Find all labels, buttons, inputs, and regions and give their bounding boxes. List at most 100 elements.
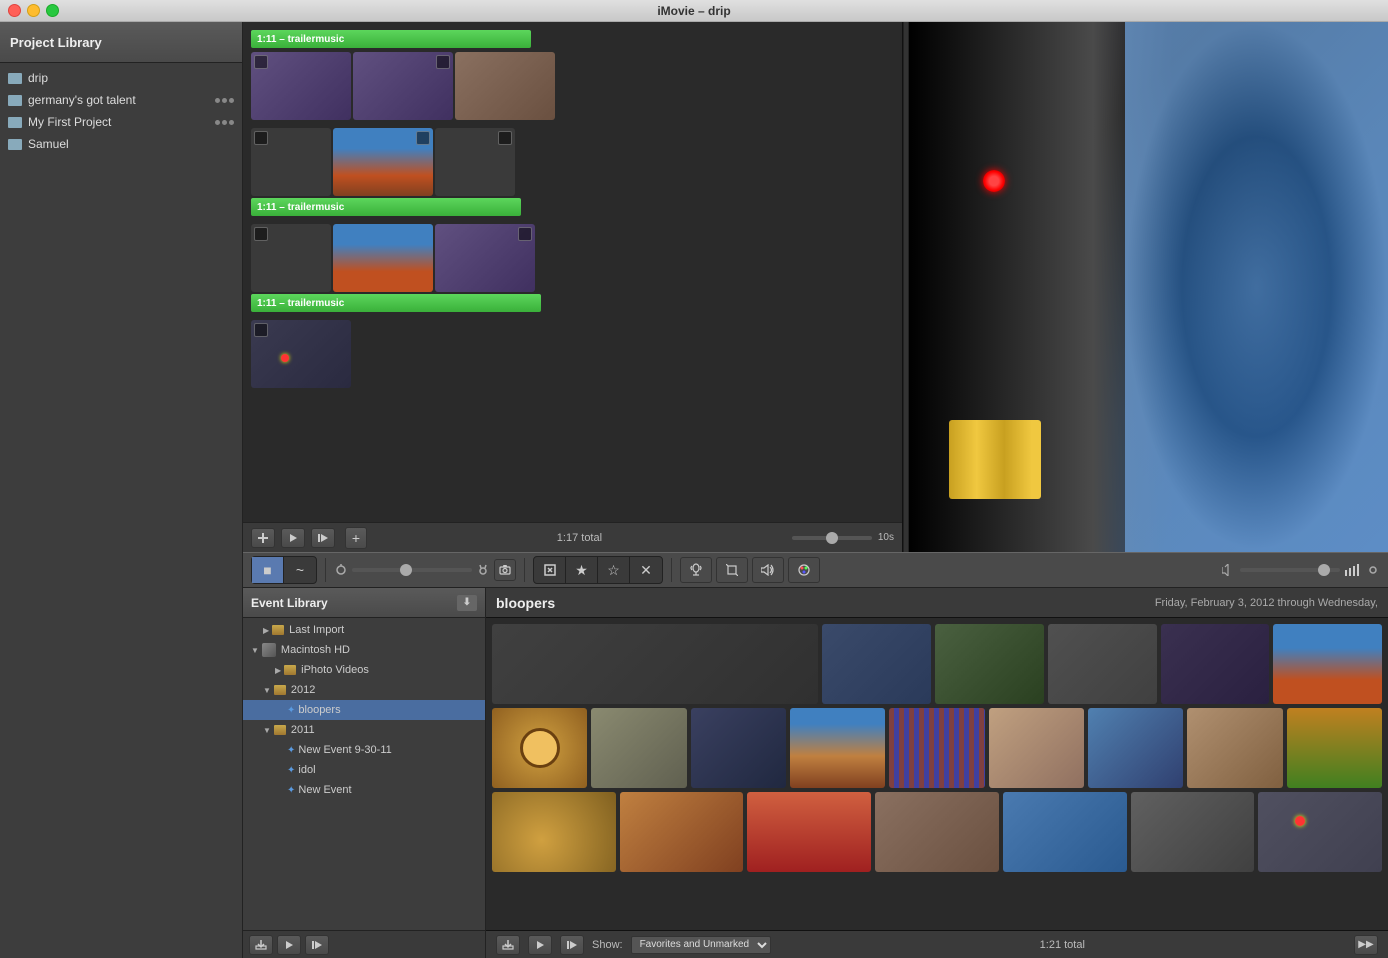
media-thumb[interactable] — [1088, 708, 1183, 788]
media-thumb[interactable] — [1131, 792, 1255, 872]
maximize-button[interactable] — [46, 4, 59, 17]
speed-slider[interactable] — [352, 568, 472, 572]
media-thumb[interactable] — [747, 792, 871, 872]
media-thumb[interactable] — [620, 792, 744, 872]
project-icon — [8, 117, 22, 128]
play-button[interactable] — [281, 528, 305, 548]
project-list[interactable]: drip germany's got talent My First Proje… — [0, 63, 242, 958]
import-button[interactable]: ⬇ — [457, 595, 477, 611]
media-thumb[interactable] — [875, 792, 999, 872]
scroll-to-end-button[interactable]: ▶▶ — [1354, 935, 1378, 955]
media-thumb[interactable] — [889, 708, 984, 788]
clip-thumb[interactable] — [435, 128, 515, 196]
media-thumb[interactable] — [822, 624, 931, 704]
clip-thumb[interactable] — [251, 52, 351, 120]
clip-thumb[interactable] — [251, 128, 331, 196]
sidebar-item-bloopers[interactable]: ✦ bloopers — [243, 700, 485, 720]
media-thumb[interactable] — [1161, 624, 1270, 704]
media-thumb[interactable] — [935, 624, 1044, 704]
sidebar-item-new-event[interactable]: ✦ New Event — [243, 780, 485, 800]
clip-thumb[interactable] — [251, 320, 351, 388]
project-label: germany's got talent — [28, 93, 215, 107]
event-toolbar — [243, 930, 485, 958]
separator — [671, 558, 672, 582]
media-thumb[interactable] — [1258, 792, 1382, 872]
select-button[interactable] — [534, 557, 566, 583]
media-thumb[interactable] — [591, 708, 686, 788]
expand-icon: ▼ — [263, 726, 271, 735]
media-thumb[interactable] — [1003, 792, 1127, 872]
clip-thumb[interactable] — [455, 52, 555, 120]
sidebar-item-2012[interactable]: ▼ 2012 — [243, 680, 485, 700]
sidebar-item-germany[interactable]: germany's got talent — [0, 89, 242, 111]
sidebar-item-drip[interactable]: drip — [0, 67, 242, 89]
storyboard-view-button[interactable]: ■ — [252, 557, 284, 583]
media-thumb[interactable] — [790, 708, 885, 788]
snapshot-button[interactable] — [494, 559, 516, 581]
play-full-event-button[interactable] — [305, 935, 329, 955]
turtle-icon — [334, 563, 348, 577]
settings-icon — [1366, 563, 1380, 577]
scroll-btn[interactable]: ▶▶ — [1354, 935, 1378, 955]
event-label: idol — [298, 764, 315, 776]
voiceover-button[interactable] — [680, 557, 712, 583]
timeline-clips — [251, 52, 894, 120]
folder-icon — [274, 725, 286, 735]
media-thumb[interactable] — [492, 708, 587, 788]
add-to-timeline-button[interactable] — [251, 528, 275, 548]
show-select[interactable]: Favorites and Unmarked All Clips Favorit… — [631, 936, 771, 954]
play-event-button[interactable] — [277, 935, 301, 955]
sidebar-item-2011[interactable]: ▼ 2011 — [243, 720, 485, 740]
sidebar-item-idol[interactable]: ✦ idol — [243, 760, 485, 780]
clip-corner-icon — [518, 227, 532, 241]
clip-thumb[interactable] — [435, 224, 535, 292]
play-full-media-button[interactable] — [560, 935, 584, 955]
sidebar-item-samuel[interactable]: Samuel — [0, 133, 242, 155]
media-thumb[interactable] — [1287, 708, 1382, 788]
media-thumb[interactable] — [492, 624, 818, 704]
media-thumb[interactable] — [691, 708, 786, 788]
media-thumb[interactable] — [1048, 624, 1157, 704]
event-label: bloopers — [298, 704, 340, 716]
crop-button[interactable] — [716, 557, 748, 583]
unfavorite-button[interactable]: ☆ — [598, 557, 630, 583]
clip-thumb[interactable] — [333, 224, 433, 292]
clip-thumb[interactable] — [251, 224, 331, 292]
sidebar-item-last-import[interactable]: ▶ Last Import — [243, 620, 485, 640]
minimize-button[interactable] — [27, 4, 40, 17]
media-thumb[interactable] — [1273, 624, 1382, 704]
clip-thumb[interactable] — [333, 128, 433, 196]
reject-button[interactable]: ✕ — [630, 557, 662, 583]
sidebar-item-macintosh-hd[interactable]: ▼ Macintosh HD — [243, 640, 485, 660]
clip-thumb[interactable] — [353, 52, 453, 120]
clip-corner-icon — [498, 131, 512, 145]
zoom-slider[interactable] — [792, 536, 872, 540]
color-button[interactable] — [788, 557, 820, 583]
waveform-view-button[interactable]: ~ — [284, 557, 316, 583]
expand-icon: ▶ — [263, 626, 269, 635]
import-media-button[interactable] — [496, 935, 520, 955]
media-thumb[interactable] — [1187, 708, 1282, 788]
sidebar-item-iphoto-videos[interactable]: ▶ iPhoto Videos — [243, 660, 485, 680]
event-library-header: Event Library ⬇ — [243, 588, 485, 618]
play-media-button[interactable] — [528, 935, 552, 955]
play-from-start-button[interactable] — [311, 528, 335, 548]
media-thumb[interactable] — [492, 792, 616, 872]
close-button[interactable] — [8, 4, 21, 17]
event-star-icon: ✦ — [287, 765, 295, 776]
sidebar-item-new-event-9-30-11[interactable]: ✦ New Event 9-30-11 — [243, 740, 485, 760]
media-thumb[interactable] — [989, 708, 1084, 788]
project-label: Samuel — [28, 137, 234, 151]
sidebar-item-first-project[interactable]: My First Project — [0, 111, 242, 133]
top-area: 1:11 – trailermusic — [243, 22, 1388, 552]
badge-dot — [222, 120, 227, 125]
import-event-button[interactable] — [249, 935, 273, 955]
timeline-area[interactable]: 1:11 – trailermusic — [243, 22, 903, 552]
volume-slider[interactable] — [1240, 568, 1340, 572]
media-grid[interactable] — [486, 618, 1388, 930]
favorite-button[interactable]: ★ — [566, 557, 598, 583]
audio-button[interactable] — [752, 557, 784, 583]
add-clip-button[interactable]: + — [345, 527, 367, 549]
timeline-scroll[interactable]: 1:11 – trailermusic — [243, 22, 902, 522]
event-list[interactable]: ▶ Last Import ▼ Macintosh HD ▶ iPhoto Vi… — [243, 618, 485, 930]
